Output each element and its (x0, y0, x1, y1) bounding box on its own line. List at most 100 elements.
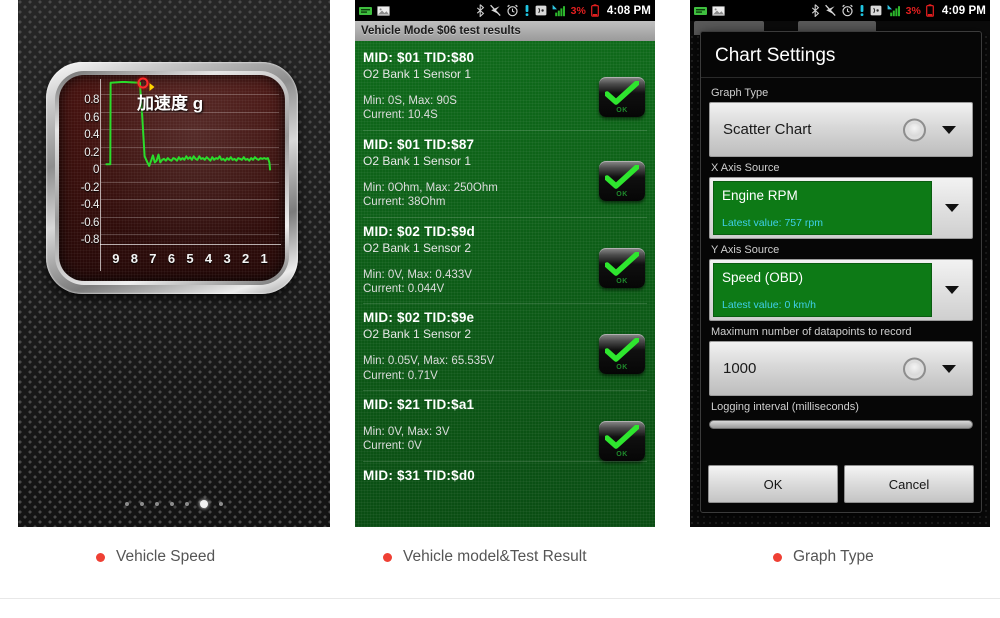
table-row[interactable]: MID: $21 TID:$a1 Min: 0V, Max: 3V Current:… (363, 390, 647, 461)
alarm-clock-icon (506, 4, 519, 17)
y-tick-label: -0.8 (80, 234, 100, 247)
y-tick-label: 0.4 (84, 129, 99, 142)
bluetooth-icon (476, 4, 485, 17)
dialog-title: Chart Settings (701, 32, 981, 78)
graph-type-value: Scatter Chart (723, 121, 812, 138)
panel-vehicle-speed: 0.8 0.6 0.4 0.2 0 -0.2 -0.4 -0.6 -0.8 987654321 … (18, 0, 330, 527)
status-badge-label: OK (616, 451, 628, 458)
y-axis-tick-labels: 0.8 0.6 0.4 0.2 0 -0.2 -0.4 -0.6 -0.8 (59, 81, 100, 247)
status-bar-left-icons (359, 5, 390, 17)
max-datapoints-value: 1000 (723, 360, 757, 377)
y-tick-label: -0.2 (80, 181, 100, 194)
screenshot-root: 0.8 0.6 0.4 0.2 0 -0.2 -0.4 -0.6 -0.8 987654321 … (0, 0, 1000, 618)
x-axis-source-spinner[interactable]: Engine RPM Latest value: 757 rpm (709, 177, 973, 239)
panel2-title: Vehicle Mode $06 test results (361, 25, 521, 37)
x-axis-source-label: X Axis Source (711, 162, 780, 174)
screenshot-image-icon (712, 5, 725, 17)
chevron-down-icon (945, 286, 959, 294)
caption-row: Vehicle Speed Vehicle model&Test Result … (0, 540, 1000, 580)
vibrate-icon (524, 4, 530, 17)
y-tick-label: -0.4 (80, 199, 100, 212)
y-axis-source-card: Speed (OBD) Latest value: 0 km/h (713, 263, 932, 317)
battery-percent-label: 3% (905, 4, 921, 17)
x-tick-label: 5 (186, 251, 194, 266)
table-row[interactable]: MID: $01 TID:$80 O2 Bank 1 Sensor 1 Min: 0… (363, 47, 647, 130)
gps-off-icon (489, 4, 501, 17)
bottom-divider (0, 598, 1000, 599)
checkmark-icon (604, 164, 640, 194)
y-tick-label: -0.6 (80, 216, 100, 229)
chart-marker-icon (137, 77, 149, 89)
table-row[interactable]: MID: $02 TID:$9e O2 Bank 1 Sensor 2 Min: 0… (363, 303, 647, 390)
status-bar-clock: 4:09 PM (941, 4, 986, 17)
battery-icon (925, 4, 934, 17)
cancel-button[interactable]: Cancel (844, 465, 974, 503)
page-dot[interactable] (140, 502, 144, 506)
chevron-down-icon (942, 125, 956, 134)
screenshot-image-icon (377, 5, 390, 17)
checkmark-icon (604, 250, 640, 281)
table-row[interactable]: MID: $01 TID:$87 O2 Bank 1 Sensor 1 Min: 0… (363, 129, 647, 217)
chart-title: 加速度 g (137, 94, 204, 113)
max-datapoints-spinner[interactable]: 1000 (709, 341, 973, 396)
y-tick-label: 0.6 (84, 111, 99, 124)
table-row[interactable]: MID: $02 TID:$9d O2 Bank 1 Sensor 2 Min: 0… (363, 216, 647, 304)
dialog-body: Graph Type Scatter Chart X Axis Source E… (701, 78, 981, 458)
status-badge-label: OK (616, 190, 628, 198)
alarm-clock-icon (841, 4, 854, 17)
page-dot[interactable] (155, 502, 159, 506)
caption-vehicle-speed: Vehicle Speed (96, 548, 215, 566)
mid-tid-label: MID: $02 TID:$9d (363, 223, 475, 239)
mid-tid-label: MID: $31 TID:$d0 (363, 467, 475, 483)
mode06-results-list[interactable]: MID: $01 TID:$80 O2 Bank 1 Sensor 1 Min: 0… (355, 41, 655, 527)
logging-interval-slider[interactable] (709, 420, 973, 429)
page-dot[interactable] (219, 502, 223, 506)
mid-tid-label: MID: $21 TID:$a1 (363, 397, 475, 412)
dialog-button-row: OK Cancel (701, 458, 981, 512)
radio-knob-icon (903, 357, 926, 380)
y-tick-label: 0 (93, 164, 99, 177)
page-dot[interactable] (125, 502, 129, 506)
y-tick-label: 0.2 (84, 146, 99, 159)
x-tick-label: 8 (130, 251, 138, 266)
x-axis-source-value: Engine RPM (722, 188, 798, 203)
table-row[interactable]: MID: $31 TID:$d0 (363, 460, 647, 490)
page-dot[interactable] (170, 502, 174, 506)
y-axis-source-spinner[interactable]: Speed (OBD) Latest value: 0 km/h (709, 259, 973, 321)
chevron-down-icon (945, 204, 959, 212)
ok-button[interactable]: OK (708, 465, 838, 503)
radio-knob-icon (903, 118, 926, 141)
status-bar: 3% 4:09 PM (690, 0, 990, 21)
status-badge-label: OK (616, 277, 628, 285)
status-badge: OK (599, 421, 645, 461)
status-badge: OK (599, 77, 645, 117)
logging-interval-label: Logging interval (milliseconds) (711, 401, 859, 413)
checkmark-icon (604, 80, 640, 110)
chart-settings-dialog: Chart Settings Graph Type Scatter Chart … (700, 31, 982, 513)
gauge-inner-bezel: 0.8 0.6 0.4 0.2 0 -0.2 -0.4 -0.6 -0.8 987654321 … (55, 71, 289, 285)
x-tick-label: 1 (260, 251, 268, 266)
bullet-dot-icon (96, 552, 105, 562)
slider-track[interactable] (709, 420, 973, 429)
x-tick-label: 4 (204, 251, 213, 266)
x-tick-label: 7 (149, 251, 157, 266)
page-dot[interactable] (200, 500, 208, 508)
page-indicator-dots[interactable] (18, 499, 330, 509)
page-dot[interactable] (185, 502, 189, 506)
panel-chart-settings: 3% 4:09 PM Chart Settings Graph Type Sca… (690, 0, 990, 527)
gps-off-icon (824, 4, 836, 17)
bullet-dot-icon (773, 552, 782, 562)
battery-percent-label: 3% (570, 4, 586, 17)
mid-tid-label: MID: $01 TID:$87 (363, 136, 475, 152)
signal-bars-icon (887, 4, 901, 17)
caption-graph-type: Graph Type (773, 548, 874, 566)
graph-type-spinner[interactable]: Scatter Chart (709, 102, 973, 157)
status-badge: OK (599, 160, 645, 201)
x-axis-line (100, 244, 281, 245)
chevron-down-icon (942, 364, 956, 373)
status-badge-label: OK (616, 107, 628, 114)
nfc-icon (870, 4, 882, 17)
nfc-icon (535, 4, 547, 17)
chart-marker-arrow-icon (149, 82, 155, 91)
signal-bars-icon (552, 4, 566, 17)
